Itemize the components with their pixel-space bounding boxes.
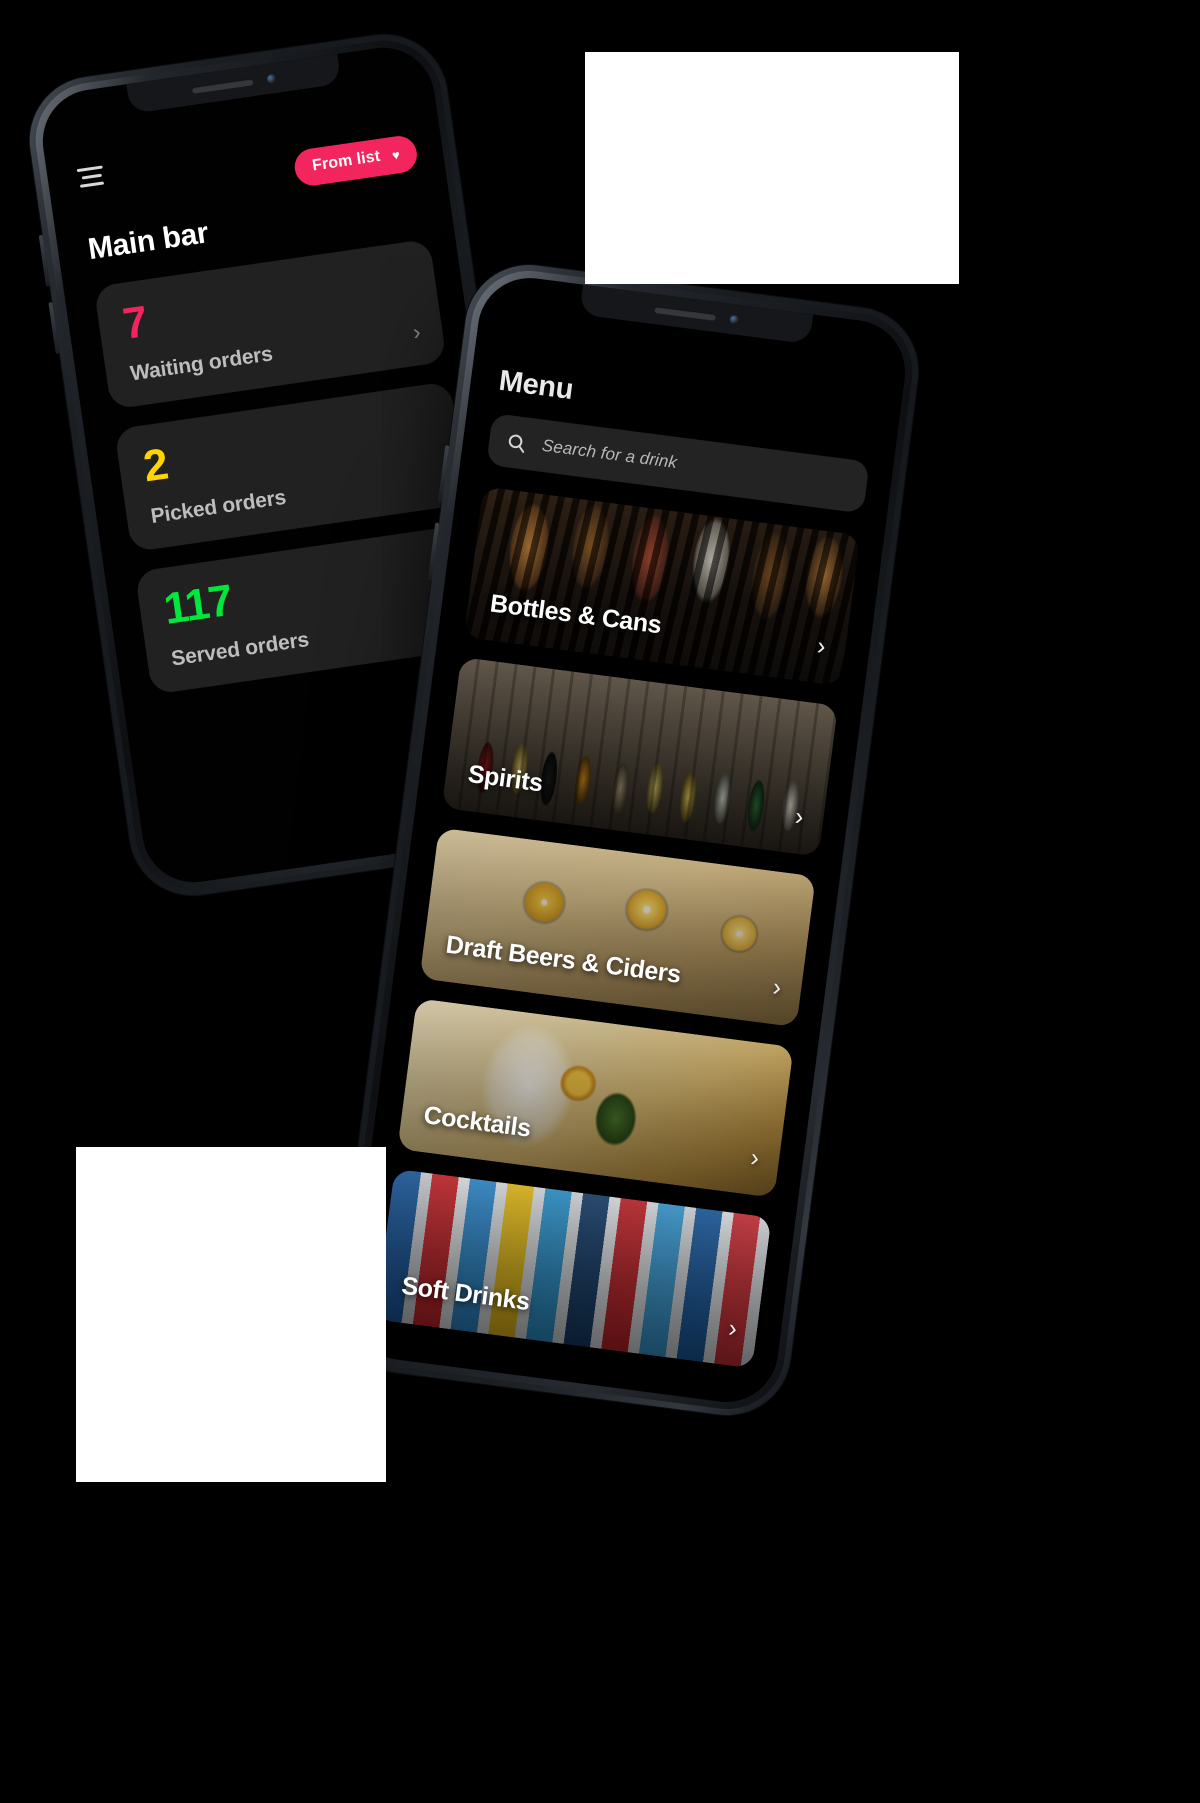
volume-down-button[interactable]	[48, 302, 60, 355]
chevron-right-icon: ›	[749, 1143, 761, 1173]
category-photo	[375, 1168, 772, 1369]
hamburger-line	[79, 181, 105, 188]
front-camera	[728, 314, 739, 325]
front-camera	[266, 73, 277, 84]
heart-icon: ♥	[390, 146, 401, 163]
hamburger-menu-icon[interactable]	[76, 163, 105, 188]
category-card-bottles-and-cans[interactable]: Bottles & Cans ›	[463, 486, 861, 687]
category-card-soft-drinks[interactable]: Soft Drinks ›	[375, 1168, 772, 1369]
hamburger-line	[81, 173, 102, 180]
chevron-right-icon: ›	[771, 973, 784, 1002]
chevron-right-icon: ›	[726, 1314, 739, 1343]
search-input[interactable]	[538, 434, 850, 497]
from-list-button[interactable]: From list ♥	[291, 133, 420, 188]
white-overlay-block-top-right	[585, 52, 959, 284]
stat-card-picked-orders[interactable]: 2 Picked orders	[114, 381, 468, 553]
category-card-cocktails[interactable]: Cocktails ›	[397, 998, 794, 1198]
volume-up-button[interactable]	[38, 234, 51, 287]
stat-card-waiting-orders[interactable]: 7 Waiting orders ›	[93, 238, 447, 410]
earpiece-speaker	[653, 305, 717, 321]
hamburger-line	[76, 165, 103, 173]
composition-stage: From list ♥ Main bar 7 Waiting orders › …	[0, 0, 1200, 1803]
search-icon	[508, 434, 525, 453]
from-list-label: From list	[311, 147, 382, 175]
category-photo	[397, 998, 794, 1198]
earpiece-speaker	[191, 77, 254, 94]
chevron-right-icon: ›	[815, 631, 828, 661]
category-photo	[463, 486, 861, 687]
category-photo	[441, 656, 839, 857]
chevron-right-icon: ›	[793, 802, 806, 832]
category-card-spirits[interactable]: Spirits ›	[441, 656, 839, 857]
category-card-draft-beers-and-ciders[interactable]: Draft Beers & Ciders ›	[419, 827, 816, 1028]
white-overlay-block-bottom-left	[76, 1147, 386, 1482]
